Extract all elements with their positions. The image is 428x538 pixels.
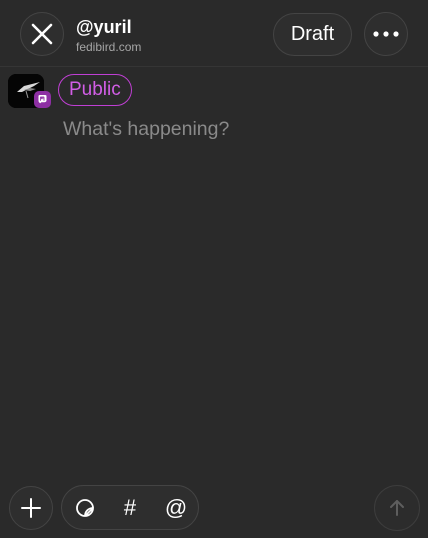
- send-button[interactable]: [374, 485, 420, 531]
- mention-button[interactable]: @: [156, 486, 196, 529]
- mastodon-badge-icon: [34, 91, 51, 108]
- compose-tools: # @: [61, 485, 199, 530]
- emoji-button[interactable]: [65, 486, 105, 529]
- hashtag-button[interactable]: #: [110, 486, 150, 529]
- compose-screen: @yuril fedibird.com Draft Public What's …: [0, 0, 428, 538]
- compose-header: @yuril fedibird.com Draft: [0, 0, 428, 67]
- post-text-input[interactable]: [63, 116, 413, 142]
- more-options-button[interactable]: [364, 12, 408, 56]
- account-domain: fedibird.com: [76, 40, 142, 54]
- visibility-selector[interactable]: Public: [58, 74, 132, 106]
- mention-icon: @: [164, 494, 188, 520]
- more-icon: [373, 31, 399, 37]
- emoji-sticker-icon: [76, 498, 94, 517]
- arrow-up-icon: [390, 500, 404, 516]
- account-info[interactable]: @yuril fedibird.com: [76, 17, 141, 55]
- draft-button[interactable]: Draft: [273, 13, 352, 56]
- hashtag-icon: #: [123, 494, 137, 520]
- add-media-button[interactable]: [9, 486, 53, 530]
- close-icon: [31, 23, 53, 45]
- account-handle: @yuril: [76, 17, 132, 37]
- close-button[interactable]: [20, 12, 64, 56]
- plus-icon: [21, 498, 41, 518]
